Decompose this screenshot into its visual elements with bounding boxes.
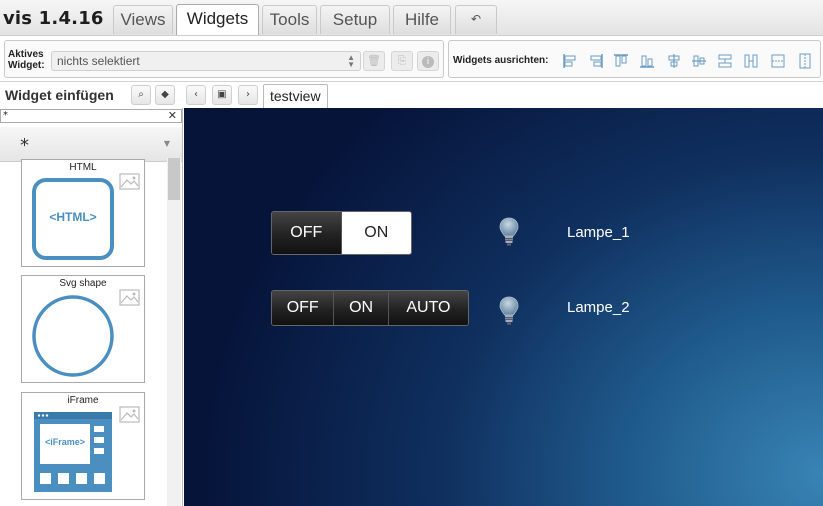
menu-bar: vis 1.4.16 Views Widgets Tools Setup Hil… [0, 0, 823, 36]
html-preview: <HTML> [31, 177, 115, 261]
image-placeholder-icon [119, 173, 140, 190]
select-arrows-icon: ▲ ▼ [347, 53, 355, 69]
lampe-1-label: Lampe_1 [567, 224, 630, 241]
lampe-2-label: Lampe_2 [567, 299, 630, 316]
widget-card-name: iFrame [67, 395, 99, 406]
prev-view-button[interactable]: ‹ [186, 85, 206, 105]
align-top-icon[interactable] [612, 52, 630, 70]
image-placeholder-icon [119, 406, 140, 423]
lampe-2-on-button[interactable]: ON [334, 291, 389, 325]
widget-card-name: HTML [69, 162, 97, 173]
copy-icon: ⎘ [397, 54, 407, 67]
distribute-vertical-icon[interactable] [742, 52, 760, 70]
trash-icon: 🗑 [367, 54, 381, 67]
center-horizontal-icon[interactable] [690, 52, 708, 70]
next-view-button[interactable]: › [238, 85, 258, 105]
same-height-icon[interactable] [796, 52, 814, 70]
widget-insert-title: Widget einfügen [5, 87, 114, 103]
tab-views[interactable]: Views [113, 5, 173, 34]
info-icon: i [422, 56, 434, 68]
active-widget-label: Aktives Widget: [8, 49, 45, 71]
align-left-icon[interactable] [561, 52, 579, 70]
undo-icon: ↶ [470, 12, 482, 26]
widget-card-name: Svg shape [59, 278, 107, 289]
lampe-1-on-button[interactable]: ON [341, 212, 411, 254]
lampe-1-off-button[interactable]: OFF [272, 212, 342, 254]
lampe-1-switch: OFF ON [271, 211, 412, 255]
palette-scrollbar[interactable] [167, 158, 181, 506]
lampe-2-auto-button[interactable]: AUTO [388, 291, 468, 325]
view-canvas: OFF ON Lampe_1 OFF ON AUTO Lampe_2 [184, 108, 823, 506]
chevron-left-icon: ‹ [194, 89, 198, 100]
sub-bar: Widget einfügen ⌕ ◆ ‹ ▣ › testview [0, 82, 823, 108]
toolbar: Aktives Widget: nichts selektiert ▲ ▼ 🗑 ⎘… [0, 36, 823, 82]
chevron-down-icon: ▼ [163, 139, 170, 148]
active-widget-select[interactable]: nichts selektiert ▲ ▼ [51, 51, 361, 71]
copy-widget-button[interactable]: ⎘ [391, 51, 413, 71]
distribute-horizontal-icon[interactable] [716, 52, 734, 70]
undo-button[interactable]: ↶ [455, 5, 497, 34]
svg-shape-preview [31, 293, 115, 377]
view-clipboard-button[interactable]: ▣ [212, 85, 232, 105]
widget-palette: * ✕ * ▼ HTML <HTML> Svg shape iFrame <iF… [0, 108, 183, 506]
widget-card-html[interactable]: HTML <HTML> [21, 159, 145, 267]
center-vertical-icon[interactable] [665, 52, 683, 70]
align-widgets-group: Widgets ausrichten: [448, 40, 821, 78]
search-widget-button[interactable]: ⌕ [131, 85, 151, 105]
widget-info-button[interactable]: i [417, 51, 439, 71]
delete-widget-button[interactable]: 🗑 [363, 51, 385, 71]
chevron-right-icon: › [246, 89, 250, 100]
align-right-icon[interactable] [587, 52, 605, 70]
lampe-2-switch: OFF ON AUTO [271, 290, 469, 326]
widget-filter-input[interactable]: * ✕ [0, 109, 182, 123]
lampe-1-bulb-icon [499, 217, 519, 246]
search-icon: ⌕ [138, 89, 144, 100]
align-widgets-label: Widgets ausrichten: [453, 55, 549, 66]
tab-tools[interactable]: Tools [262, 5, 317, 34]
align-bottom-icon[interactable] [638, 52, 656, 70]
lampe-2-bulb-icon [499, 296, 519, 325]
app-title: vis 1.4.16 [3, 8, 104, 29]
lampe-2-off-button[interactable]: OFF [272, 291, 335, 325]
palette-scroll-thumb[interactable] [168, 158, 180, 200]
active-widget-group: Aktives Widget: nichts selektiert ▲ ▼ 🗑 ⎘… [4, 40, 444, 78]
image-placeholder-icon [119, 289, 140, 306]
widget-set-select[interactable]: * ▼ [0, 127, 182, 162]
tag-filter-button[interactable]: ◆ [155, 85, 175, 105]
iframe-preview: <iFrame> [31, 410, 115, 494]
tab-testview[interactable]: testview [263, 84, 328, 108]
widget-card-svg-shape[interactable]: Svg shape [21, 275, 145, 383]
tab-widgets[interactable]: Widgets [176, 4, 259, 35]
same-width-icon[interactable] [769, 52, 787, 70]
tag-icon: ◆ [161, 89, 169, 100]
clipboard-icon: ▣ [217, 89, 227, 100]
widget-card-iframe[interactable]: iFrame <iFrame> [21, 392, 145, 500]
clear-filter-icon[interactable]: ✕ [168, 110, 177, 122]
tab-setup[interactable]: Setup [320, 5, 390, 34]
tab-hilfe[interactable]: Hilfe [393, 5, 451, 34]
